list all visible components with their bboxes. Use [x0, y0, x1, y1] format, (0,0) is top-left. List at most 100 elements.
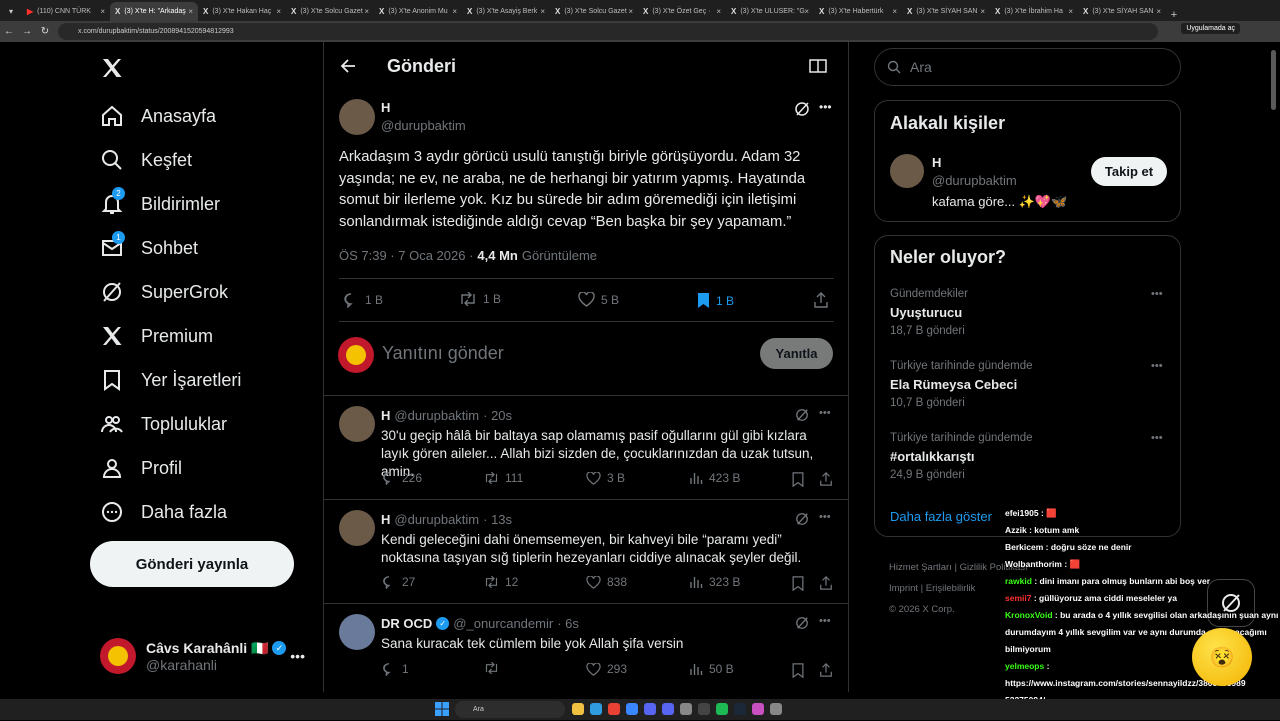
search-input[interactable]: Ara	[874, 48, 1181, 86]
nav-item-9[interactable]: Daha fazla	[100, 497, 227, 527]
grok-icon[interactable]	[795, 616, 809, 635]
like-button[interactable]: 5 B	[578, 292, 619, 307]
reply-time[interactable]: · 6s	[557, 616, 579, 631]
like-button[interactable]: 293	[586, 662, 627, 676]
bookmark-icon[interactable]	[792, 663, 804, 683]
related-name[interactable]: H	[932, 155, 941, 170]
forward-arrow-icon[interactable]: →	[18, 26, 36, 37]
bookmark-icon[interactable]	[792, 576, 804, 596]
browser-tab[interactable]: X (3) X'te Habertürk ×	[814, 2, 902, 21]
obs-icon[interactable]	[698, 703, 710, 715]
more-horizontal-icon[interactable]: •••	[1151, 360, 1163, 372]
nav-item-4[interactable]: SuperGrok	[100, 277, 228, 307]
mail-icon[interactable]	[626, 703, 638, 715]
close-icon[interactable]: ×	[892, 7, 897, 16]
grok-icon[interactable]	[794, 101, 810, 122]
url-field[interactable]: x.com/durupbaktim/status/200894152059481…	[58, 23, 1158, 40]
close-icon[interactable]: ×	[452, 7, 457, 16]
scrollbar-thumb[interactable]	[1271, 50, 1276, 110]
avatar[interactable]	[339, 510, 375, 546]
nav-item-0[interactable]: Anasayfa	[100, 101, 216, 131]
browser-tab[interactable]: X (3) X'te Anonim Mu ×	[374, 2, 462, 21]
reply-time[interactable]: · 13s	[483, 512, 512, 527]
footer-link[interactable]: Erişilebilirlik	[926, 583, 976, 594]
app-icon[interactable]	[752, 703, 764, 715]
close-icon[interactable]: ×	[1156, 7, 1161, 16]
trend-item[interactable]: Türkiye tarihinde gündemde Ela Rümeysa Ce…	[875, 360, 1180, 430]
show-more-link[interactable]: Daha fazla göster	[890, 509, 992, 524]
reply-author-name[interactable]: H	[381, 408, 390, 423]
more-horizontal-icon[interactable]: •••	[1151, 432, 1163, 444]
spotify-icon[interactable]	[716, 703, 728, 715]
x-logo-icon[interactable]	[100, 56, 124, 85]
browser-tab[interactable]: X (3) X'te Asayiş Berk ×	[462, 2, 550, 21]
avatar[interactable]	[339, 406, 375, 442]
like-button[interactable]: 3 B	[586, 471, 625, 485]
browser-tab[interactable]: ▶ (110) CNN TÜRK ×	[22, 2, 110, 21]
reader-view-icon[interactable]	[809, 58, 827, 79]
steam-icon[interactable]	[734, 703, 746, 715]
close-icon[interactable]: ×	[804, 7, 809, 16]
app-icon[interactable]	[770, 703, 782, 715]
browser-tab[interactable]: X (3) X'te Solcu Gazet ×	[550, 2, 638, 21]
repost-button[interactable]: 111	[484, 471, 523, 485]
nav-item-6[interactable]: Yer İşaretleri	[100, 365, 241, 395]
share-icon[interactable]	[813, 292, 829, 313]
reply-submit-button[interactable]: Yanıtla	[760, 338, 833, 369]
reply-author-handle[interactable]: @durupbaktim	[394, 512, 479, 527]
store-icon[interactable]	[644, 703, 656, 715]
trend-item[interactable]: Gündemdekiler Uyuşturucu 18,7 B gönderi •••	[875, 288, 1180, 358]
reply-input[interactable]: Yanıtını gönder	[382, 343, 504, 364]
post-time[interactable]: ÖS 7:39 · 7 Oca 2026 ·	[339, 248, 473, 263]
views-button[interactable]: 323 B	[690, 575, 740, 589]
taskbar-search[interactable]: Ara	[455, 701, 565, 718]
browser-tab[interactable]: X (3) X'te ULUSER: "G ×	[726, 2, 814, 21]
reply-item[interactable]: DR OCD ✓ @_onurcandemir · 6s ••• Sana kuracak…	[324, 604, 849, 708]
share-icon[interactable]	[819, 472, 833, 491]
close-icon[interactable]: ×	[276, 7, 281, 16]
browser-tab[interactable]: X (3) X'te Özet Geç · ×	[638, 2, 726, 21]
more-horizontal-icon[interactable]: •••	[290, 648, 305, 664]
reply-author-handle[interactable]: @durupbaktim	[394, 408, 479, 423]
related-handle[interactable]: @durupbaktim	[932, 173, 1017, 188]
more-horizontal-icon[interactable]: •••	[819, 511, 831, 523]
reply-button[interactable]: 27	[382, 575, 415, 589]
nav-item-3[interactable]: 1 Sohbet	[100, 231, 198, 263]
post-author-name[interactable]: H	[381, 100, 390, 115]
more-horizontal-icon[interactable]: •••	[819, 615, 831, 627]
browser-tab[interactable]: X (3) X'te Solcu Gazet ×	[286, 2, 374, 21]
account-switcher[interactable]: Câvs Karahânli 🇮🇹 ✓ @karahanli •••	[100, 638, 310, 674]
reply-item[interactable]: H @durupbaktim · 13s ••• Kendi geleceğini da…	[324, 500, 849, 604]
reply-author-handle[interactable]: @_onurcandemir	[453, 616, 553, 631]
reply-button[interactable]: 1	[382, 662, 409, 676]
open-in-app-button[interactable]: Uygulamada aç	[1181, 23, 1240, 34]
nav-item-1[interactable]: Keşfet	[100, 145, 192, 175]
nav-item-2[interactable]: 2 Bildirimler	[100, 187, 220, 219]
close-icon[interactable]: ×	[628, 7, 633, 16]
tab-menu-icon[interactable]: ▾	[0, 2, 22, 21]
grok-icon[interactable]	[795, 512, 809, 531]
share-icon[interactable]	[819, 663, 833, 682]
browser-tab[interactable]: X (3) X'te İbrahim Ha ×	[990, 2, 1078, 21]
close-icon[interactable]: ×	[980, 7, 985, 16]
close-icon[interactable]: ×	[1068, 7, 1073, 16]
repost-button[interactable]	[484, 662, 505, 674]
new-tab-button[interactable]: +	[1166, 9, 1182, 21]
repost-button[interactable]: 12	[484, 575, 518, 589]
back-arrow-icon[interactable]: ←	[0, 26, 18, 37]
close-icon[interactable]: ×	[188, 7, 193, 16]
avatar[interactable]	[890, 154, 924, 188]
close-icon[interactable]: ×	[540, 7, 545, 16]
post-author-handle[interactable]: @durupbaktim	[381, 118, 466, 133]
bookmark-icon[interactable]	[792, 472, 804, 492]
chrome-icon[interactable]	[608, 703, 620, 715]
trend-item[interactable]: Türkiye tarihinde gündemde #ortalıkkarışt…	[875, 432, 1180, 502]
close-icon[interactable]: ×	[716, 7, 721, 16]
browser-tab[interactable]: X (3) X'te Hakan Haç ×	[198, 2, 286, 21]
more-horizontal-icon[interactable]: •••	[819, 100, 832, 114]
grok-icon[interactable]	[795, 408, 809, 427]
footer-link[interactable]: Gizlilik	[960, 562, 987, 573]
browser-tab[interactable]: X (3) X'te SİYAH SAN ×	[1078, 2, 1166, 21]
back-arrow-icon[interactable]	[340, 58, 356, 79]
footer-link[interactable]: Imprint	[889, 583, 918, 594]
